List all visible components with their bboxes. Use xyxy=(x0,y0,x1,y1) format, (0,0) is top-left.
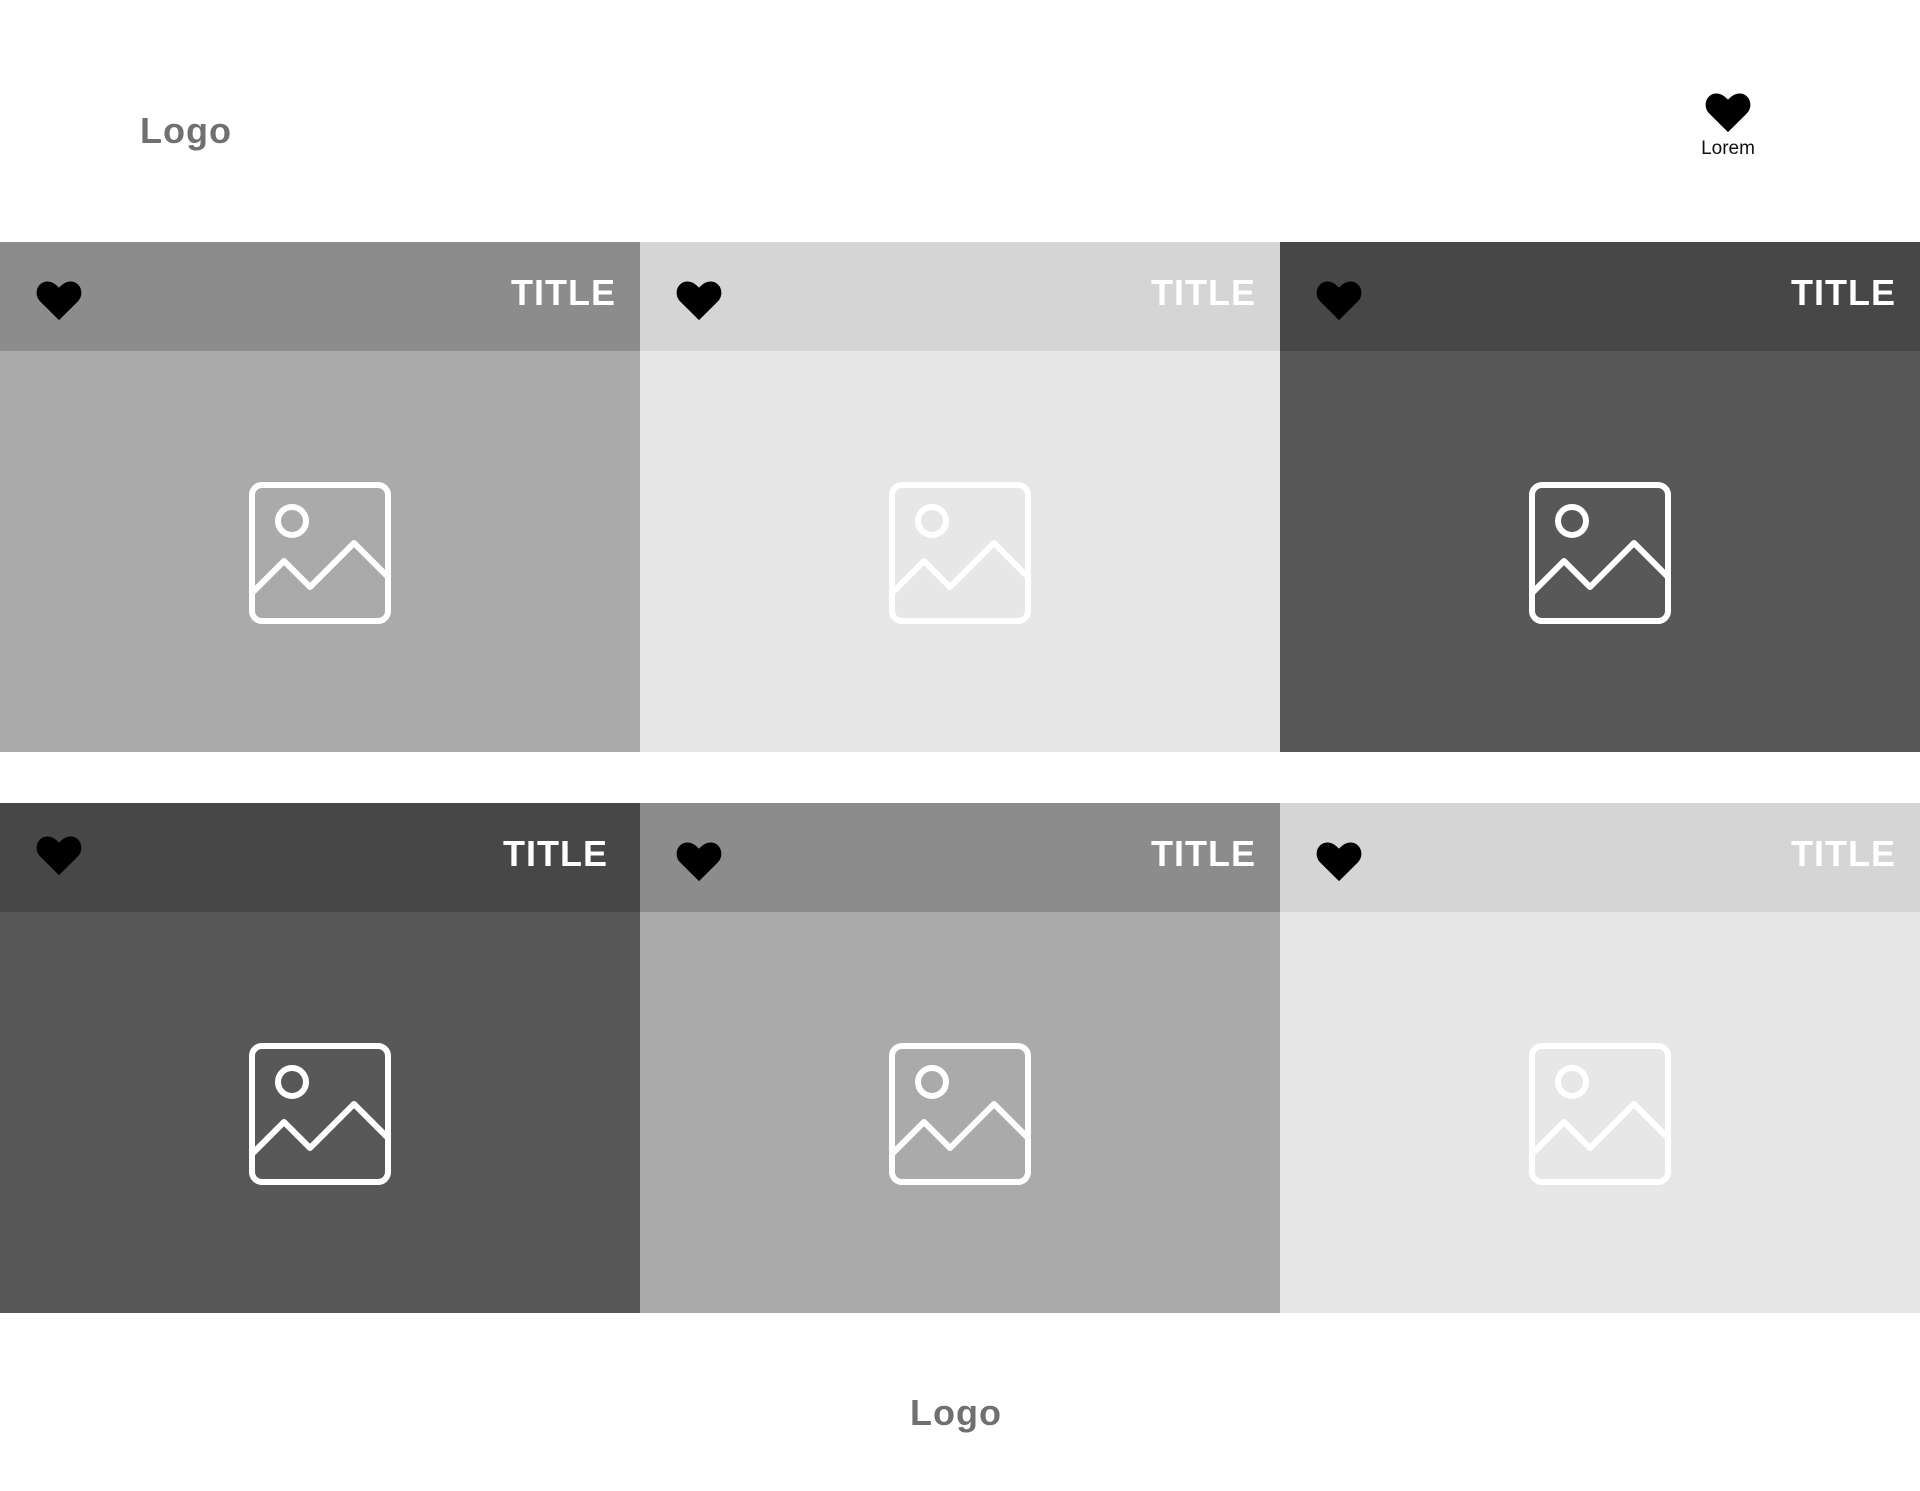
tile-title: TITLE xyxy=(1791,833,1896,874)
heart-icon[interactable] xyxy=(676,278,722,322)
header: Logo Lorem xyxy=(0,0,1920,242)
tile-image xyxy=(0,912,640,1313)
tile-title: TITLE xyxy=(1151,833,1256,874)
footer-logo[interactable]: Logo xyxy=(910,1392,1002,1434)
heart-icon xyxy=(1705,93,1751,133)
tile-card[interactable]: TITLE xyxy=(640,242,1280,752)
tile-card[interactable]: TITLE xyxy=(640,803,1280,1313)
image-icon xyxy=(249,482,391,624)
tile-image xyxy=(0,351,640,752)
tile-image xyxy=(640,912,1280,1313)
heart-icon[interactable] xyxy=(1316,278,1362,322)
tile-header: TITLE xyxy=(0,803,640,912)
tile-header: TITLE xyxy=(640,803,1280,912)
tile-image xyxy=(1280,912,1920,1313)
heart-icon[interactable] xyxy=(36,278,82,322)
heart-icon[interactable] xyxy=(676,839,722,883)
image-icon xyxy=(249,1043,391,1185)
tile-title: TITLE xyxy=(511,272,616,313)
heart-icon[interactable] xyxy=(1316,839,1362,883)
tile-card[interactable]: TITLE xyxy=(0,242,640,752)
favorites-link[interactable]: Lorem xyxy=(1688,90,1768,166)
image-icon xyxy=(1529,1043,1671,1185)
tile-header: TITLE xyxy=(1280,242,1920,351)
tile-header: TITLE xyxy=(0,242,640,351)
tile-card[interactable]: TITLE xyxy=(1280,803,1920,1313)
image-icon xyxy=(889,482,1031,624)
logo[interactable]: Logo xyxy=(140,110,232,152)
tile-title: TITLE xyxy=(1151,272,1256,313)
tile-header: TITLE xyxy=(1280,803,1920,912)
tile-header: TITLE xyxy=(640,242,1280,351)
tile-card[interactable]: TITLE xyxy=(0,803,640,1313)
image-icon xyxy=(889,1043,1031,1185)
tile-card[interactable]: TITLE xyxy=(1280,242,1920,752)
favorites-label: Lorem xyxy=(1701,138,1755,159)
tile-title: TITLE xyxy=(503,833,608,874)
tile-image xyxy=(1280,351,1920,752)
tile-title: TITLE xyxy=(1791,272,1896,313)
image-icon xyxy=(1529,482,1671,624)
heart-icon[interactable] xyxy=(36,833,82,877)
tile-image xyxy=(640,351,1280,752)
